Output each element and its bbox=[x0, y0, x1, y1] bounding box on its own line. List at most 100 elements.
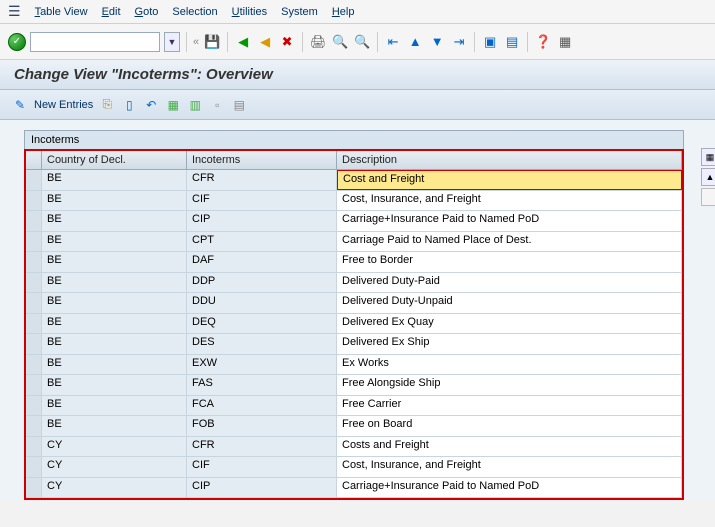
first-page-icon[interactable]: ⇤ bbox=[384, 33, 402, 51]
menu-system[interactable]: System bbox=[281, 6, 318, 18]
cell-incoterms[interactable]: CIP bbox=[187, 478, 337, 498]
command-field[interactable] bbox=[30, 32, 160, 52]
cell-description[interactable]: Carriage+Insurance Paid to Named PoD bbox=[337, 211, 682, 231]
cell-incoterms[interactable]: DES bbox=[187, 334, 337, 354]
table-row[interactable]: BECPTCarriage Paid to Named Place of Des… bbox=[26, 232, 682, 253]
menu-selection[interactable]: Selection bbox=[172, 6, 217, 18]
header-incoterms[interactable]: Incoterms bbox=[187, 151, 337, 169]
cell-incoterms[interactable]: FCA bbox=[187, 396, 337, 416]
cell-country[interactable]: BE bbox=[42, 191, 187, 211]
delete-icon[interactable]: ▯ bbox=[121, 97, 137, 113]
cell-country[interactable]: CY bbox=[42, 437, 187, 457]
cell-description[interactable]: Free to Border bbox=[337, 252, 682, 272]
cell-incoterms[interactable]: EXW bbox=[187, 355, 337, 375]
cell-incoterms[interactable]: CFR bbox=[187, 170, 337, 190]
scroll-up-icon[interactable]: ▲ bbox=[701, 168, 715, 186]
row-selector[interactable] bbox=[26, 191, 42, 211]
cell-description[interactable]: Cost and Freight bbox=[337, 170, 682, 190]
prev-page-icon[interactable]: ▲ bbox=[406, 33, 424, 51]
next-page-icon[interactable]: ▼ bbox=[428, 33, 446, 51]
row-selector[interactable] bbox=[26, 232, 42, 252]
cell-incoterms[interactable]: DDP bbox=[187, 273, 337, 293]
menu-table-view[interactable]: Table View bbox=[35, 6, 88, 18]
row-selector[interactable] bbox=[26, 457, 42, 477]
cell-incoterms[interactable]: CPT bbox=[187, 232, 337, 252]
cell-country[interactable]: BE bbox=[42, 211, 187, 231]
table-row[interactable]: BEDEQDelivered Ex Quay bbox=[26, 314, 682, 335]
cell-description[interactable]: Costs and Freight bbox=[337, 437, 682, 457]
cell-country[interactable]: CY bbox=[42, 457, 187, 477]
table-row[interactable]: BECIFCost, Insurance, and Freight bbox=[26, 191, 682, 212]
cell-description[interactable]: Ex Works bbox=[337, 355, 682, 375]
select-all-icon[interactable]: ▦ bbox=[165, 97, 181, 113]
last-page-icon[interactable]: ⇥ bbox=[450, 33, 468, 51]
table-row[interactable]: CYCFRCosts and Freight bbox=[26, 437, 682, 458]
cell-description[interactable]: Delivered Duty-Paid bbox=[337, 273, 682, 293]
cell-description[interactable]: Carriage+Insurance Paid to Named PoD bbox=[337, 478, 682, 498]
row-selector[interactable] bbox=[26, 396, 42, 416]
cell-incoterms[interactable]: FOB bbox=[187, 416, 337, 436]
cell-incoterms[interactable]: DEQ bbox=[187, 314, 337, 334]
cell-country[interactable]: BE bbox=[42, 252, 187, 272]
cell-description[interactable]: Delivered Ex Ship bbox=[337, 334, 682, 354]
menu-dropdown-icon[interactable]: ☰ bbox=[8, 3, 21, 20]
configure-columns-icon[interactable]: ▦ bbox=[701, 148, 715, 166]
cell-description[interactable]: Free Carrier bbox=[337, 396, 682, 416]
cancel-icon[interactable]: ✖ bbox=[278, 33, 296, 51]
cell-description[interactable]: Free on Board bbox=[337, 416, 682, 436]
cell-country[interactable]: BE bbox=[42, 273, 187, 293]
row-selector[interactable] bbox=[26, 437, 42, 457]
cell-incoterms[interactable]: CFR bbox=[187, 437, 337, 457]
table-row[interactable]: BEDESDelivered Ex Ship bbox=[26, 334, 682, 355]
row-selector[interactable] bbox=[26, 211, 42, 231]
menu-goto[interactable]: Goto bbox=[135, 6, 159, 18]
menu-utilities[interactable]: Utilities bbox=[232, 6, 267, 18]
row-selector[interactable] bbox=[26, 252, 42, 272]
header-country[interactable]: Country of Decl. bbox=[42, 151, 187, 169]
cell-country[interactable]: BE bbox=[42, 375, 187, 395]
config-icon[interactable]: ▤ bbox=[231, 97, 247, 113]
row-selector[interactable] bbox=[26, 355, 42, 375]
table-row[interactable]: BEDDUDelivered Duty-Unpaid bbox=[26, 293, 682, 314]
table-row[interactable]: CYCIFCost, Insurance, and Freight bbox=[26, 457, 682, 478]
exit-icon[interactable]: ◀ bbox=[256, 33, 274, 51]
print-icon[interactable]: 🖨 bbox=[309, 33, 327, 51]
table-row[interactable]: BECFRCost and Freight bbox=[26, 170, 682, 191]
row-selector[interactable] bbox=[26, 478, 42, 498]
header-description[interactable]: Description bbox=[337, 151, 682, 169]
row-selector[interactable] bbox=[26, 314, 42, 334]
toggle-icon[interactable]: ✎ bbox=[12, 97, 28, 113]
row-selector[interactable] bbox=[26, 375, 42, 395]
table-row[interactable]: BEDAFFree to Border bbox=[26, 252, 682, 273]
cell-incoterms[interactable]: DDU bbox=[187, 293, 337, 313]
copy-icon[interactable]: ⎘ bbox=[99, 97, 115, 113]
table-row[interactable]: BEEXWEx Works bbox=[26, 355, 682, 376]
table-row[interactable]: BEDDPDelivered Duty-Paid bbox=[26, 273, 682, 294]
row-selector[interactable] bbox=[26, 170, 42, 190]
back-icon[interactable]: ◀ bbox=[234, 33, 252, 51]
save-icon[interactable]: 💾 bbox=[203, 33, 221, 51]
cell-description[interactable]: Cost, Insurance, and Freight bbox=[337, 457, 682, 477]
layout-icon[interactable]: ▦ bbox=[556, 33, 574, 51]
row-selector[interactable] bbox=[26, 334, 42, 354]
cell-incoterms[interactable]: FAS bbox=[187, 375, 337, 395]
cell-country[interactable]: BE bbox=[42, 293, 187, 313]
help-icon[interactable]: ❓ bbox=[534, 33, 552, 51]
row-selector[interactable] bbox=[26, 416, 42, 436]
cell-description[interactable]: Delivered Duty-Unpaid bbox=[337, 293, 682, 313]
table-row[interactable]: BEFOBFree on Board bbox=[26, 416, 682, 437]
row-selector[interactable] bbox=[26, 273, 42, 293]
select-block-icon[interactable]: ▥ bbox=[187, 97, 203, 113]
table-row[interactable]: BECIPCarriage+Insurance Paid to Named Po… bbox=[26, 211, 682, 232]
cell-incoterms[interactable]: CIF bbox=[187, 191, 337, 211]
header-select[interactable] bbox=[26, 151, 42, 169]
scrollbar-thumb[interactable] bbox=[701, 188, 715, 206]
cell-description[interactable]: Free Alongside Ship bbox=[337, 375, 682, 395]
enter-button[interactable]: ✓ bbox=[8, 33, 26, 51]
undo-icon[interactable]: ↶ bbox=[143, 97, 159, 113]
cell-incoterms[interactable]: CIP bbox=[187, 211, 337, 231]
cell-country[interactable]: BE bbox=[42, 314, 187, 334]
deselect-icon[interactable]: ▫ bbox=[209, 97, 225, 113]
cell-incoterms[interactable]: DAF bbox=[187, 252, 337, 272]
new-session-icon[interactable]: ▣ bbox=[481, 33, 499, 51]
